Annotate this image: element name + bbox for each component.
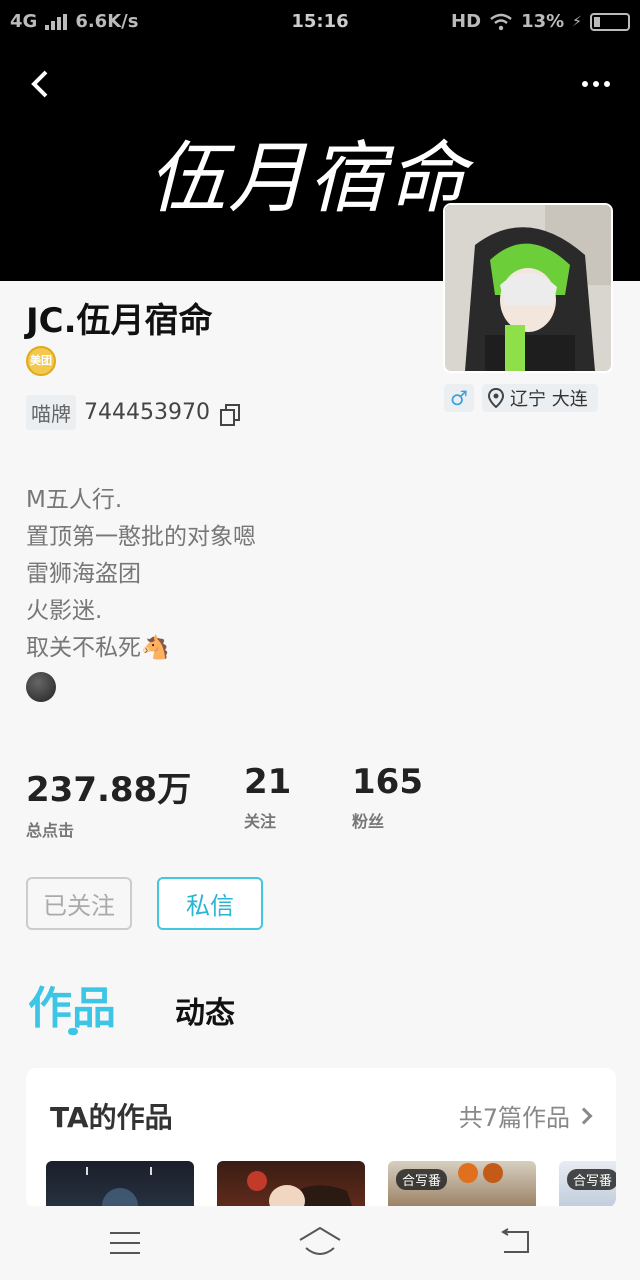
hd-label: HD: [451, 11, 482, 32]
location-pin-icon: [488, 388, 504, 408]
bio-line: 置顶第一憨批的对象嗯: [26, 524, 256, 550]
username: JC.伍月宿命: [26, 301, 213, 341]
smiley-emoji-icon: [26, 672, 56, 702]
tab-active-indicator: [68, 1028, 78, 1035]
status-right: HD 13% ⚡: [451, 11, 630, 32]
followed-button[interactable]: 已关注: [26, 877, 132, 930]
stat-following[interactable]: 21 关注: [244, 762, 291, 832]
bio-line: 火影迷.: [26, 598, 103, 624]
stat-clicks: 237.88万 总点击: [26, 762, 191, 841]
back-nav-icon[interactable]: [498, 1228, 532, 1256]
stat-label: 总点击: [26, 821, 75, 840]
message-button[interactable]: 私信: [157, 877, 263, 930]
location-tag: 辽宁 大连: [482, 384, 598, 412]
stat-label: 关注: [244, 812, 277, 831]
charging-icon: ⚡: [572, 13, 582, 30]
wifi-icon: [490, 13, 512, 30]
more-dot: [604, 81, 610, 87]
thumbnail-image: [86, 1167, 152, 1208]
stats-row: 237.88万 总点击 21 关注 165 粉丝: [26, 762, 526, 840]
stat-followers[interactable]: 165 粉丝: [352, 762, 423, 832]
stat-value: 237.88万: [26, 770, 192, 810]
bio: M五人行. 置顶第一憨批的对象嗯 雷狮海盗团 火影迷. 取关不私死🐴: [26, 482, 256, 667]
chevron-left-icon: [31, 70, 48, 98]
thumbnail-image: [458, 1163, 503, 1183]
menu-icon[interactable]: [110, 1232, 140, 1254]
bio-line: M五人行.: [26, 487, 123, 513]
id-label: 喵牌: [26, 395, 76, 430]
vip-badge-icon: 美团: [26, 346, 56, 376]
tab-dynamics[interactable]: 动态: [175, 988, 235, 1032]
bio-line: 取关不私死🐴: [26, 635, 170, 661]
more-button[interactable]: [582, 72, 614, 96]
stat-value: 165: [352, 762, 423, 802]
works-card: TA的作品 共7篇作品 合写番 合写番: [26, 1068, 616, 1208]
work-thumbnail[interactable]: 合写番: [388, 1161, 536, 1208]
stat-label: 粉丝: [352, 812, 385, 831]
system-nav-bar: [0, 1206, 640, 1280]
id-value: 744453970: [84, 400, 210, 425]
stat-value: 21: [244, 762, 292, 802]
more-dot: [582, 81, 588, 87]
work-thumbnail[interactable]: [46, 1161, 194, 1208]
copy-icon[interactable]: [219, 403, 240, 426]
chevron-right-icon: [575, 1107, 593, 1124]
back-button[interactable]: [24, 66, 60, 102]
bio-line: 雷狮海盗团: [26, 561, 141, 587]
thumbnail-image: [247, 1171, 353, 1208]
battery-percent: 13%: [521, 11, 565, 32]
tab-works[interactable]: 作品: [28, 972, 116, 1036]
avatar[interactable]: [443, 203, 613, 373]
thumb-tag: 合写番: [567, 1169, 616, 1190]
id-row: 喵牌 744453970: [26, 395, 240, 430]
banner-title: 伍月宿命: [148, 134, 469, 224]
more-dot: [593, 81, 599, 87]
avatar-image: [445, 205, 611, 371]
male-icon: ♂: [450, 386, 468, 410]
work-thumbnail[interactable]: [217, 1161, 365, 1208]
gender-tag: ♂: [444, 384, 474, 412]
status-bar: 4G 6.6K/s 15:16 HD 13% ⚡: [0, 0, 640, 44]
battery-icon: [590, 12, 630, 31]
works-count-link[interactable]: 共7篇作品: [458, 1098, 593, 1133]
works-title: TA的作品: [50, 1101, 173, 1134]
home-icon[interactable]: [298, 1226, 342, 1260]
location-text: 辽宁 大连: [510, 389, 588, 410]
work-thumbnail[interactable]: 合写番: [559, 1161, 616, 1208]
works-count-text: 共7篇作品: [458, 1104, 570, 1132]
